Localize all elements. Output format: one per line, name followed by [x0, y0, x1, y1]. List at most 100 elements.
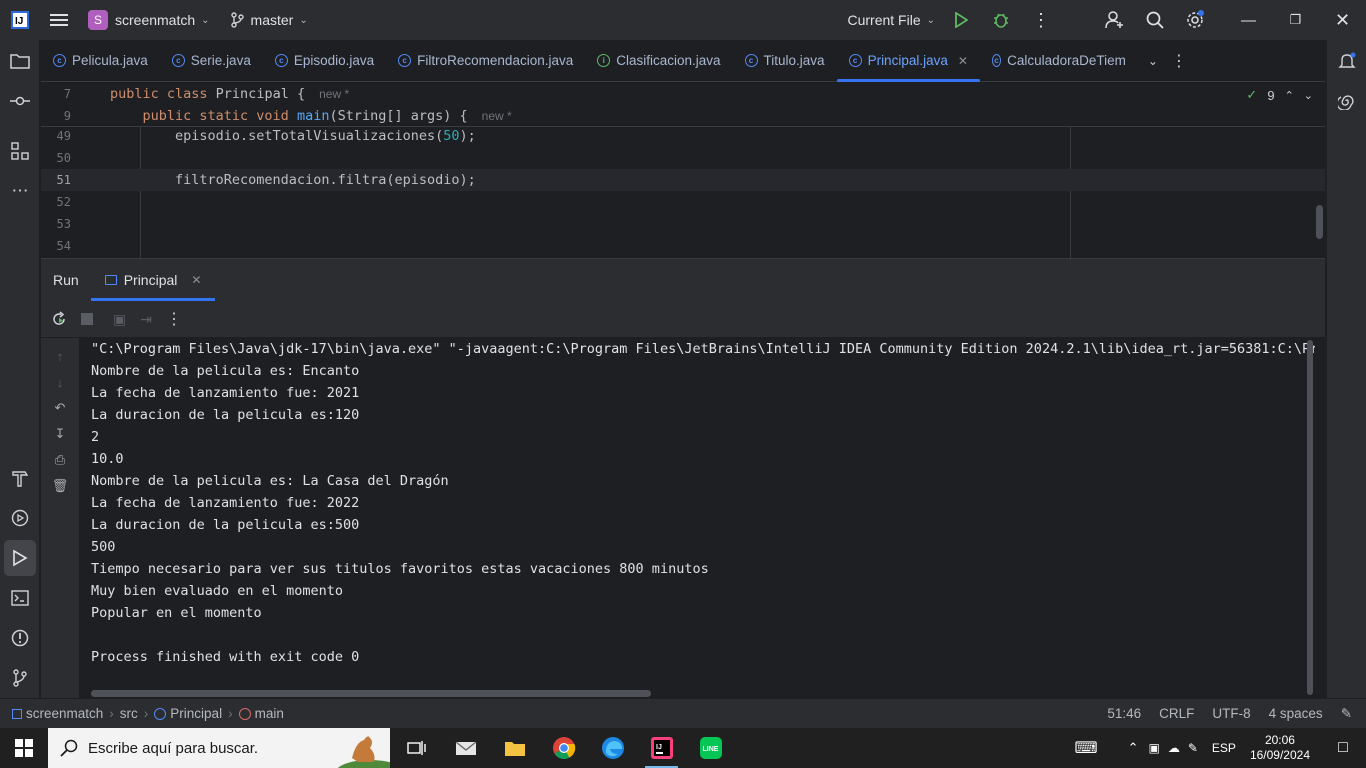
keyboard-icon[interactable]: ⌨	[1075, 738, 1098, 758]
line-number: 7	[63, 87, 71, 101]
breadcrumb-item[interactable]: screenmatch	[26, 706, 103, 721]
ai-assistant-button[interactable]	[1327, 83, 1366, 119]
notification-center-icon[interactable]: □	[1320, 739, 1366, 757]
tab-calculadora[interactable]: c CalculadoraDeTiem	[980, 40, 1138, 82]
services-tool-button[interactable]	[0, 500, 40, 536]
code-editor[interactable]: 7 public class Principal { new * 9 publi…	[41, 83, 1325, 258]
play-icon	[955, 12, 968, 28]
scroll-to-end-icon[interactable]: ↧	[41, 422, 79, 446]
file-explorer-app[interactable]	[490, 728, 539, 768]
chevron-up-icon[interactable]: ⌃	[1128, 740, 1139, 756]
code-line[interactable]: 52	[41, 191, 1325, 213]
horizontal-scrollbar[interactable]	[91, 690, 651, 697]
network-icon[interactable]: ☁	[1168, 741, 1180, 755]
code-line[interactable]: 54	[41, 235, 1325, 257]
commit-tool-button[interactable]	[0, 83, 40, 119]
project-tool-button[interactable]	[0, 43, 40, 79]
sticky-line[interactable]: 7 public class Principal { new *	[41, 83, 1325, 105]
more-actions-button[interactable]: ⋮	[1021, 0, 1061, 40]
run-config-selector[interactable]: Current File ⌄	[837, 0, 941, 40]
tab-episodio[interactable]: c Episodio.java	[263, 40, 386, 82]
branch-selector[interactable]: master ⌄	[220, 0, 318, 40]
terminal-tool-button[interactable]	[0, 580, 40, 616]
restore-icon: ❐	[1289, 12, 1302, 27]
clock[interactable]: 20:06 16/09/2024	[1240, 733, 1320, 763]
bug-icon	[994, 13, 1008, 28]
tab-titulo[interactable]: c Titulo.java	[733, 40, 837, 82]
close-tab-icon[interactable]: ✕	[191, 273, 201, 287]
problems-tool-button[interactable]	[0, 620, 40, 656]
close-tab-icon[interactable]: ✕	[958, 54, 968, 68]
print-icon[interactable]: ⎙	[41, 448, 79, 472]
exit-icon[interactable]: ⇥	[140, 311, 152, 328]
line-app[interactable]: LINE	[686, 728, 735, 768]
tab-clasificacion[interactable]: i Clasificacion.java	[585, 40, 732, 82]
breadcrumb-item[interactable]: Principal	[170, 706, 222, 721]
language-indicator[interactable]: ESP	[1212, 741, 1236, 755]
breadcrumb-item[interactable]: src	[120, 706, 138, 721]
stop-icon[interactable]	[81, 313, 93, 325]
rerun-icon[interactable]	[51, 311, 67, 327]
intellij-app[interactable]: IJ	[637, 728, 686, 768]
taskbar-search[interactable]: Escribe aquí para buscar.	[48, 728, 390, 768]
intellij-logo-icon[interactable]: IJ	[0, 0, 40, 40]
vertical-scrollbar[interactable]	[1307, 340, 1313, 695]
build-tool-button[interactable]	[0, 460, 40, 496]
arrow-up-icon[interactable]: ↑	[41, 344, 79, 368]
line-separator[interactable]: CRLF	[1159, 706, 1194, 721]
pen-icon[interactable]: ✎	[1188, 741, 1198, 755]
tab-pelicula[interactable]: c Pelicula.java	[41, 40, 160, 82]
tabs-dropdown-button[interactable]: ⌄	[1138, 54, 1168, 68]
restore-button[interactable]: ❐	[1272, 0, 1319, 40]
code-line[interactable]: 49 episodio.setTotalVisualizaciones(50);	[41, 125, 1325, 147]
start-button[interactable]	[0, 728, 48, 768]
editor-scrollbar[interactable]	[1316, 205, 1323, 239]
task-view-button[interactable]	[392, 728, 441, 768]
code-line-current[interactable]: 51 filtroRecomendacion.filtra(episodio);	[41, 169, 1325, 191]
tab-serie[interactable]: c Serie.java	[160, 40, 263, 82]
camera-icon[interactable]: ▣	[1149, 741, 1160, 755]
mail-icon	[455, 741, 476, 755]
run-button[interactable]	[941, 0, 981, 40]
soft-wrap-icon[interactable]: ↶	[41, 396, 79, 420]
code-text: episodio.setTotalVisualizaciones(	[110, 128, 444, 144]
caret-position[interactable]: 51:46	[1107, 706, 1141, 721]
edge-app[interactable]	[588, 728, 637, 768]
problems-indicator[interactable]: ✓ 9 ⌃ ⌄	[1246, 87, 1313, 103]
read-only-toggle-icon[interactable]: ✎	[1341, 706, 1352, 722]
sticky-line[interactable]: 9 public static void main (String[] args)…	[41, 105, 1325, 127]
breadcrumb-item[interactable]: main	[255, 706, 284, 721]
search-everywhere-button[interactable]	[1135, 0, 1175, 40]
chrome-app[interactable]	[539, 728, 588, 768]
minimize-button[interactable]: —	[1225, 0, 1272, 40]
camera-icon[interactable]: ▣	[113, 311, 126, 328]
mail-app[interactable]	[441, 728, 490, 768]
more-horizontal-icon: ⋯	[11, 181, 29, 200]
chevron-up-icon[interactable]: ⌃	[1285, 89, 1294, 102]
trash-icon[interactable]: 🗑	[41, 474, 79, 498]
indent-setting[interactable]: 4 spaces	[1269, 706, 1323, 721]
structure-tool-button[interactable]	[0, 133, 40, 169]
chevron-down-icon[interactable]: ⌄	[1304, 89, 1313, 102]
arrow-down-icon[interactable]: ↓	[41, 370, 79, 394]
settings-button[interactable]	[1175, 0, 1215, 40]
tabs-more-button[interactable]: ⋮	[1168, 51, 1190, 71]
run-tab-principal[interactable]: Principal ✕	[90, 259, 216, 301]
tab-principal[interactable]: c Principal.java ✕	[836, 40, 981, 82]
run-tool-button[interactable]	[4, 540, 36, 576]
code-line[interactable]: 53	[41, 213, 1325, 235]
project-selector[interactable]: S screenmatch ⌄	[78, 0, 220, 40]
tab-filtro-recomendacion[interactable]: c FiltroRecomendacion.java	[386, 40, 585, 82]
git-tool-button[interactable]	[0, 660, 40, 696]
more-vertical-icon[interactable]: ⋮	[166, 309, 182, 329]
file-encoding[interactable]: UTF-8	[1212, 706, 1250, 721]
console-output[interactable]: "C:\Program Files\Java\jdk-17\bin\java.e…	[79, 338, 1315, 699]
close-window-button[interactable]: ✕	[1319, 0, 1366, 40]
debug-button[interactable]	[981, 0, 1021, 40]
main-menu-button[interactable]	[40, 0, 78, 40]
more-tools-button[interactable]: ⋯	[0, 173, 40, 209]
windows-taskbar: Escribe aquí para buscar. IJ LINE ⌨ ⌃ ▣ …	[0, 728, 1366, 768]
code-line[interactable]: 50	[41, 147, 1325, 169]
code-with-me-button[interactable]	[1095, 0, 1135, 40]
notifications-button[interactable]	[1327, 43, 1366, 79]
